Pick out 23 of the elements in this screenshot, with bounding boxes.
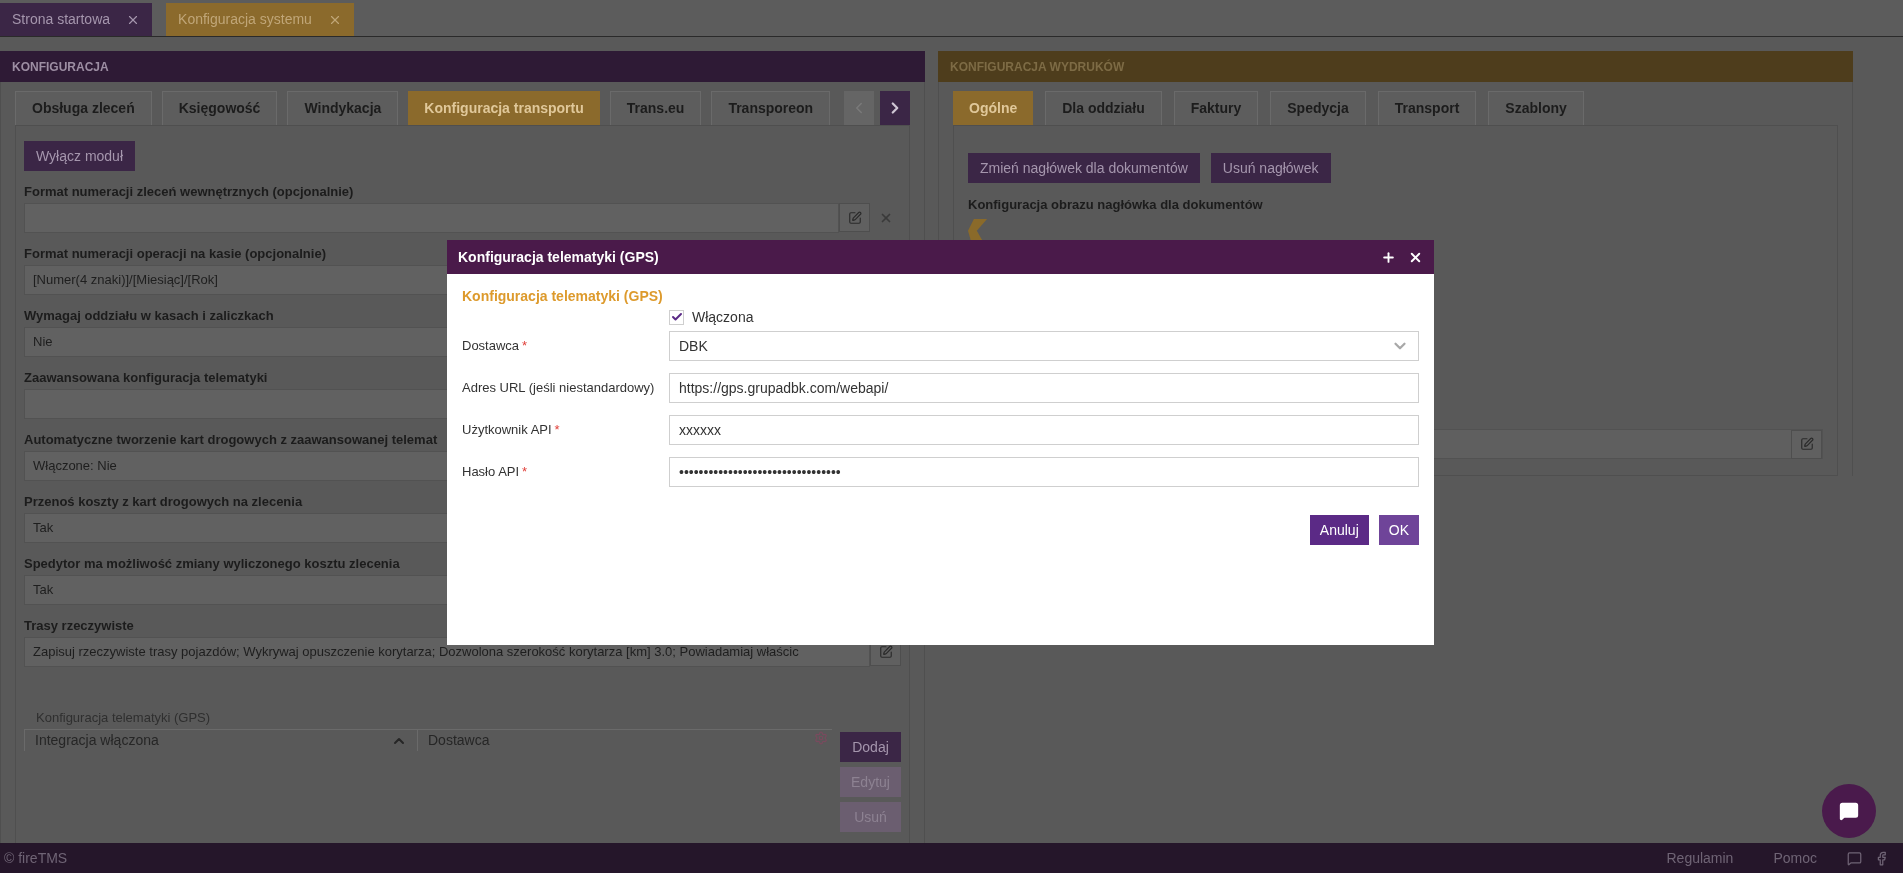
field-label: Format numeracji operacji na kasie (opcjonalnie) xyxy=(24,245,326,263)
field-label: Spedytor ma możliwość zmiany wyliczonego kosztu zlecenia xyxy=(24,555,400,573)
tab-label: Konfiguracja systemu xyxy=(178,10,312,29)
section-title: Konfiguracja telematyki (GPS) xyxy=(462,287,664,306)
required-mark: * xyxy=(522,463,528,482)
field-label: Trasy rzeczywiste xyxy=(24,617,134,635)
field-label: Format numeracji zleceń wewnętrznych (opcjonalnie) xyxy=(24,183,354,201)
field-label: Dostawca xyxy=(462,337,520,356)
field-label: Hasło API xyxy=(462,463,520,482)
required-mark: * xyxy=(522,337,528,356)
field-label: Wymagaj oddziału w kasach i zaliczkach xyxy=(24,307,274,325)
copyright-text: © fireTMS xyxy=(4,848,68,868)
field-label: Adres URL (jeśli niestandardowy) xyxy=(462,379,655,398)
checkbox-label: Włączona xyxy=(692,307,754,327)
dialog-title: Konfiguracja telematyki (GPS) xyxy=(458,247,659,267)
required-mark: * xyxy=(554,421,560,440)
panel-header: KONFIGURACJA xyxy=(0,51,925,82)
tab-label: Strona startowa xyxy=(12,10,111,29)
field-label: Przenoś koszty z kart drogowych na zlecenia xyxy=(24,493,303,511)
image-label: Konfiguracja obrazu nagłówka dla dokumentów xyxy=(968,196,1264,214)
field-label: Użytkownik API xyxy=(462,421,552,440)
field-label: Zaawansowana konfiguracja telematyki xyxy=(24,369,268,387)
field-label: Automatyczne tworzenie kart drogowych z zaawansowanej telemat xyxy=(24,431,438,449)
